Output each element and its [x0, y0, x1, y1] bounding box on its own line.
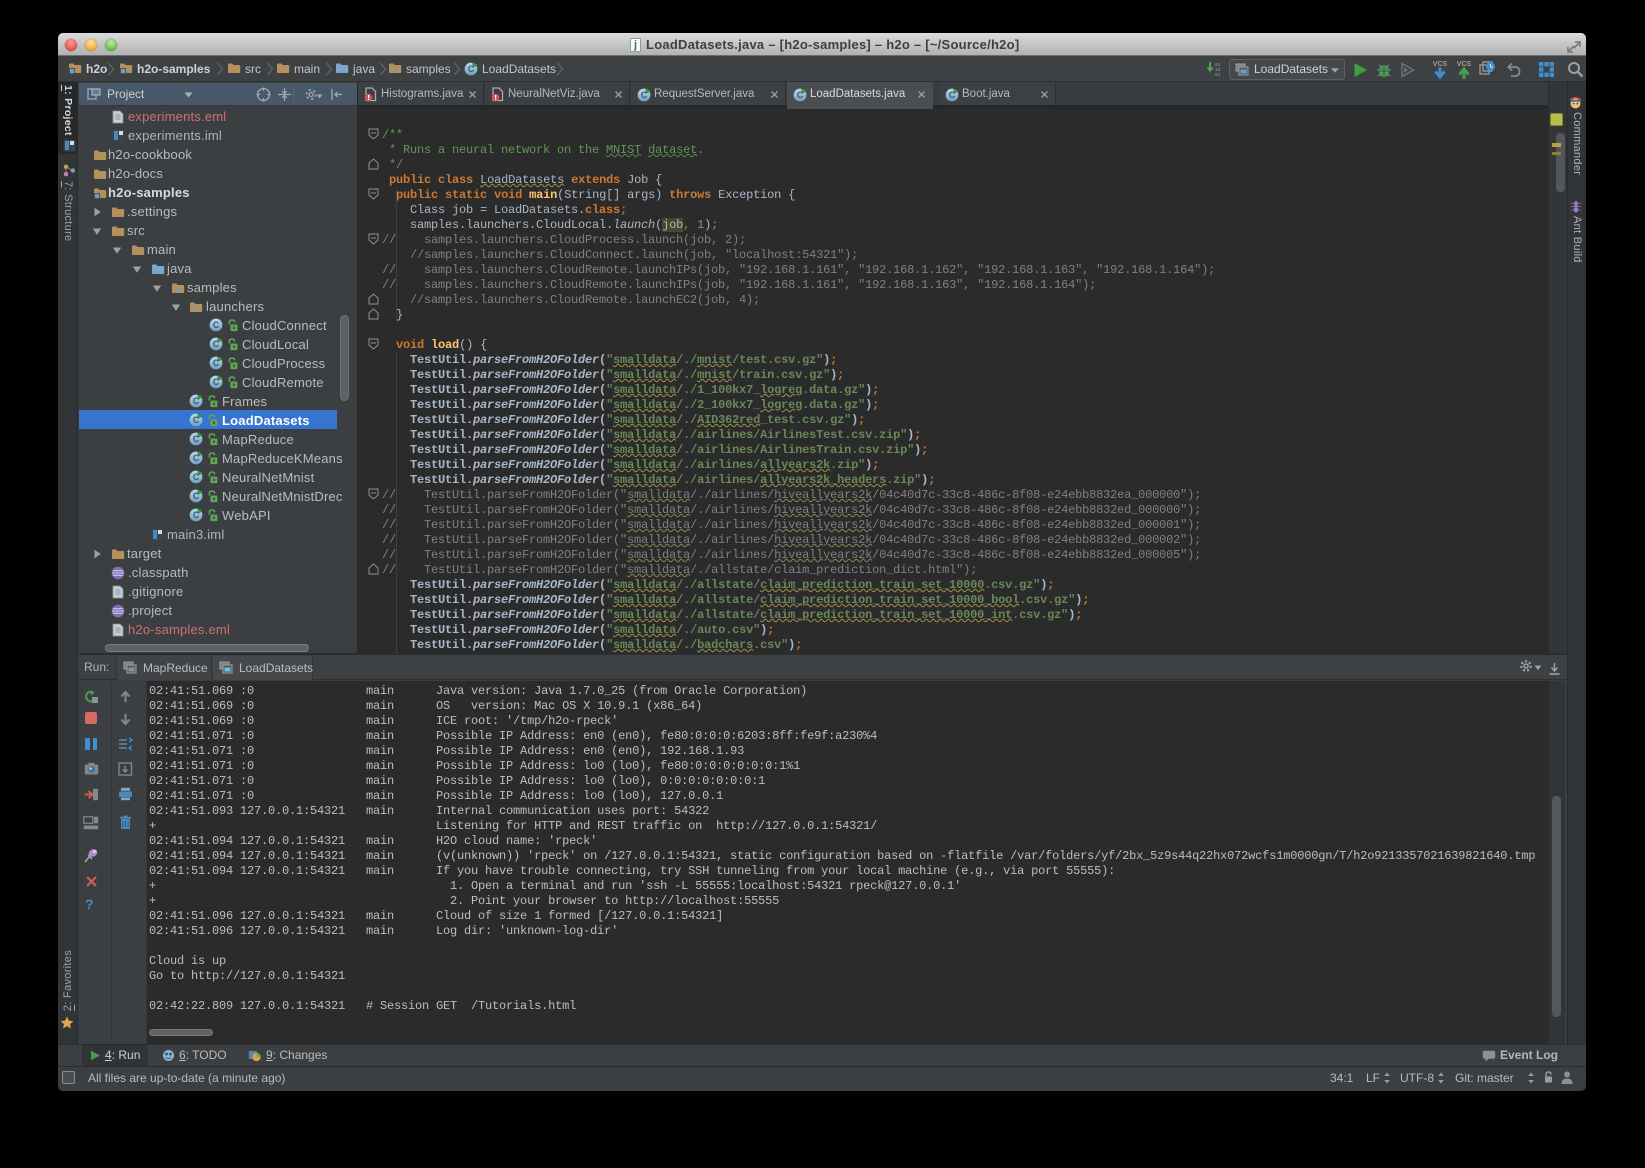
svg-text:01: 01: [1215, 72, 1221, 77]
svg-text:VCS: VCS: [1433, 61, 1448, 68]
svg-text:C: C: [213, 320, 220, 330]
